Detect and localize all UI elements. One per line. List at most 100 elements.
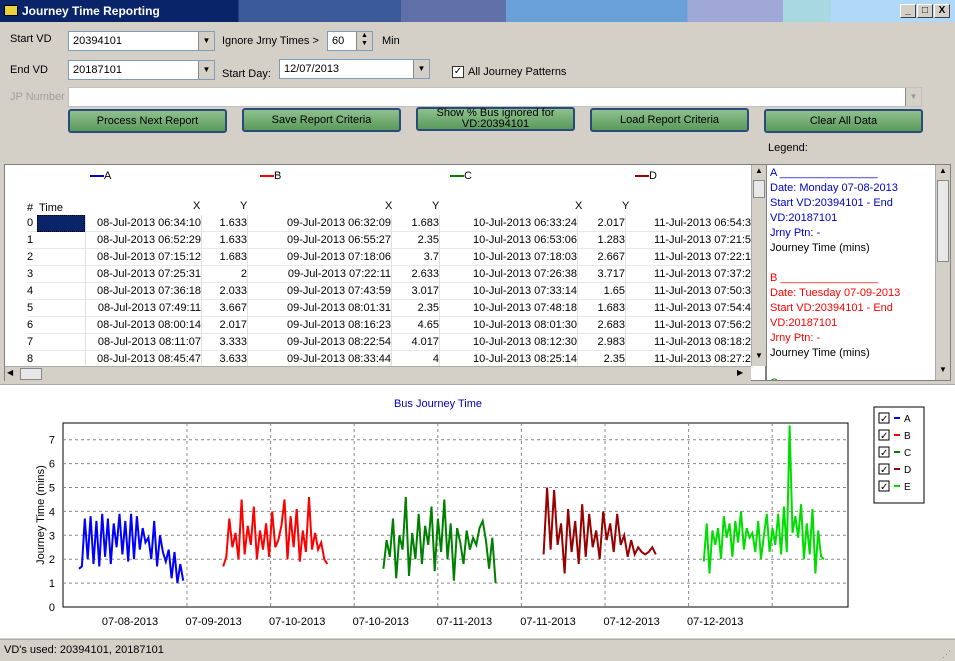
grid-cell[interactable]: 1.633 <box>201 215 247 232</box>
resize-grip-icon[interactable]: ⋰ <box>942 649 952 659</box>
maximize-button[interactable]: □ <box>917 4 933 18</box>
grid-cell[interactable]: 10-Jul-2013 07:48:18 <box>439 300 577 317</box>
legend-scroll-thumb[interactable] <box>937 180 949 262</box>
grid-vertical-scrollbar[interactable]: ▲ ▼ <box>751 165 766 366</box>
grid-cell[interactable]: 09-Jul-2013 07:22:11 <box>247 266 391 283</box>
chevron-down-icon[interactable]: ▼ <box>413 60 429 78</box>
scroll-up-icon[interactable]: ▲ <box>937 166 949 179</box>
legend-scrollbar[interactable]: ▲ ▼ <box>935 165 950 380</box>
grid-cell[interactable]: 09-Jul-2013 07:43:59 <box>247 283 391 300</box>
grid-cell[interactable]: 2.667 <box>577 249 625 266</box>
time-cell[interactable] <box>37 283 85 300</box>
time-cell[interactable] <box>37 249 85 266</box>
jp-number-combo[interactable]: ▼ <box>68 87 922 107</box>
grid-cell[interactable]: 11-Jul-2013 07:37:2 <box>625 266 751 283</box>
grid-cell[interactable]: 2.35 <box>391 232 439 249</box>
chevron-down-icon[interactable]: ▼ <box>905 88 921 106</box>
scroll-left-icon[interactable]: ◀ <box>7 368 19 380</box>
grid-cell[interactable]: 11-Jul-2013 08:18:2 <box>625 334 751 351</box>
grid-cell[interactable]: 1.683 <box>201 249 247 266</box>
scroll-down-icon[interactable]: ▼ <box>937 365 949 378</box>
grid-cell[interactable]: 2.033 <box>201 283 247 300</box>
stepper-arrows-icon[interactable]: ▲ ▼ <box>356 32 372 50</box>
grid-cell[interactable]: 08-Jul-2013 07:49:11 <box>85 300 201 317</box>
grid-cell[interactable]: 08-Jul-2013 07:15:12 <box>85 249 201 266</box>
y-tick-label: 3 <box>49 530 55 542</box>
end-vd-combo[interactable]: 20187101 ▼ <box>68 60 215 80</box>
grid-cell[interactable]: 09-Jul-2013 07:18:06 <box>247 249 391 266</box>
close-button[interactable]: X <box>934 4 950 18</box>
grid-cell[interactable]: 10-Jul-2013 08:01:30 <box>439 317 577 334</box>
grid-cell[interactable]: 08-Jul-2013 08:00:14 <box>85 317 201 334</box>
scroll-down-icon[interactable]: ▼ <box>753 351 765 364</box>
clear-all-data-button[interactable]: Clear All Data <box>764 109 923 133</box>
grid-cell[interactable]: 3.717 <box>577 266 625 283</box>
grid-cell[interactable]: 1.683 <box>391 215 439 232</box>
grid-cell[interactable]: 09-Jul-2013 06:55:27 <box>247 232 391 249</box>
grid-cell[interactable]: 10-Jul-2013 07:18:03 <box>439 249 577 266</box>
grid-horizontal-scrollbar[interactable]: ◀ ▶ <box>5 366 751 381</box>
scroll-up-icon[interactable]: ▲ <box>753 166 765 179</box>
grid-cell[interactable]: 09-Jul-2013 08:22:54 <box>247 334 391 351</box>
grid-cell[interactable]: 11-Jul-2013 07:54:4 <box>625 300 751 317</box>
grid-cell[interactable]: 2.017 <box>577 215 625 232</box>
scroll-thumb[interactable] <box>753 180 765 198</box>
chevron-down-icon[interactable]: ▼ <box>198 61 214 79</box>
grid-cell[interactable]: 10-Jul-2013 06:53:06 <box>439 232 577 249</box>
process-next-report-button[interactable]: Process Next Report <box>68 109 227 133</box>
grid-cell[interactable]: 2.35 <box>391 300 439 317</box>
grid-cell[interactable]: 2 <box>201 266 247 283</box>
grid-cell[interactable]: 3.017 <box>391 283 439 300</box>
ignore-stepper[interactable]: 60 ▲ ▼ <box>327 31 373 51</box>
grid-cell[interactable]: 4.017 <box>391 334 439 351</box>
grid-cell[interactable]: 2.683 <box>577 317 625 334</box>
grid-cell[interactable]: 09-Jul-2013 08:16:23 <box>247 317 391 334</box>
time-cell[interactable] <box>37 215 85 232</box>
grid-cell[interactable]: 3.667 <box>201 300 247 317</box>
grid-cell[interactable]: 11-Jul-2013 06:54:3 <box>625 215 751 232</box>
grid-cell[interactable]: 1.283 <box>577 232 625 249</box>
scroll-right-icon[interactable]: ▶ <box>737 368 749 380</box>
load-report-criteria-button[interactable]: Load Report Criteria <box>590 108 749 132</box>
grid-cell[interactable]: 09-Jul-2013 08:01:31 <box>247 300 391 317</box>
grid-cell[interactable]: 3.333 <box>201 334 247 351</box>
grid-cell[interactable]: 08-Jul-2013 08:11:07 <box>85 334 201 351</box>
grid-cell[interactable]: 1.683 <box>577 300 625 317</box>
grid-cell[interactable]: 11-Jul-2013 07:22:1 <box>625 249 751 266</box>
grid-cell[interactable]: 09-Jul-2013 06:32:09 <box>247 215 391 232</box>
grid-cell[interactable]: 10-Jul-2013 08:12:30 <box>439 334 577 351</box>
grid-cell[interactable]: 1.633 <box>201 232 247 249</box>
time-cell[interactable] <box>37 300 85 317</box>
grid-cell[interactable]: 2.633 <box>391 266 439 283</box>
data-grid[interactable]: A B C D # Time X X X Y Y Y 0 08-Jul-2013 06:34:10 1.63… <box>4 164 766 381</box>
grid-cell[interactable]: 08-Jul-2013 07:25:31 <box>85 266 201 283</box>
time-cell[interactable] <box>37 317 85 334</box>
time-cell[interactable] <box>37 232 85 249</box>
y-header: Y <box>432 200 440 212</box>
grid-cell[interactable]: 1.65 <box>577 283 625 300</box>
grid-cell[interactable]: 08-Jul-2013 06:34:10 <box>85 215 201 232</box>
save-report-criteria-button[interactable]: Save Report Criteria <box>242 108 401 132</box>
start-vd-combo[interactable]: 20394101 ▼ <box>68 31 215 51</box>
grid-cell[interactable]: 4.65 <box>391 317 439 334</box>
grid-cell[interactable]: 2.017 <box>201 317 247 334</box>
grid-cell[interactable]: 10-Jul-2013 06:33:24 <box>439 215 577 232</box>
show-bus-ignored-button[interactable]: Show % Bus ignored for VD:20394101 <box>416 107 575 131</box>
grid-cell[interactable]: 10-Jul-2013 07:33:14 <box>439 283 577 300</box>
start-day-picker[interactable]: 12/07/2013 ▼ <box>279 59 430 79</box>
grid-cell[interactable]: 08-Jul-2013 06:52:29 <box>85 232 201 249</box>
grid-cell[interactable]: 08-Jul-2013 07:36:18 <box>85 283 201 300</box>
grid-cell[interactable]: 11-Jul-2013 07:50:3 <box>625 283 751 300</box>
minimize-button[interactable]: _ <box>900 4 916 18</box>
grid-cell[interactable]: 2.983 <box>577 334 625 351</box>
grid-cell[interactable]: 11-Jul-2013 07:56:2 <box>625 317 751 334</box>
h-scroll-thumb[interactable] <box>20 368 42 380</box>
all-patterns-checkbox[interactable]: ✓ <box>452 66 464 78</box>
time-cell[interactable] <box>37 266 85 283</box>
grid-cell[interactable]: 10-Jul-2013 07:26:38 <box>439 266 577 283</box>
grid-cell[interactable]: 11-Jul-2013 07:21:5 <box>625 232 751 249</box>
chevron-down-icon[interactable]: ▼ <box>198 32 214 50</box>
time-cell[interactable] <box>37 334 85 351</box>
grid-cell[interactable]: 3.7 <box>391 249 439 266</box>
legend-line: VD:20187101 <box>770 317 838 329</box>
